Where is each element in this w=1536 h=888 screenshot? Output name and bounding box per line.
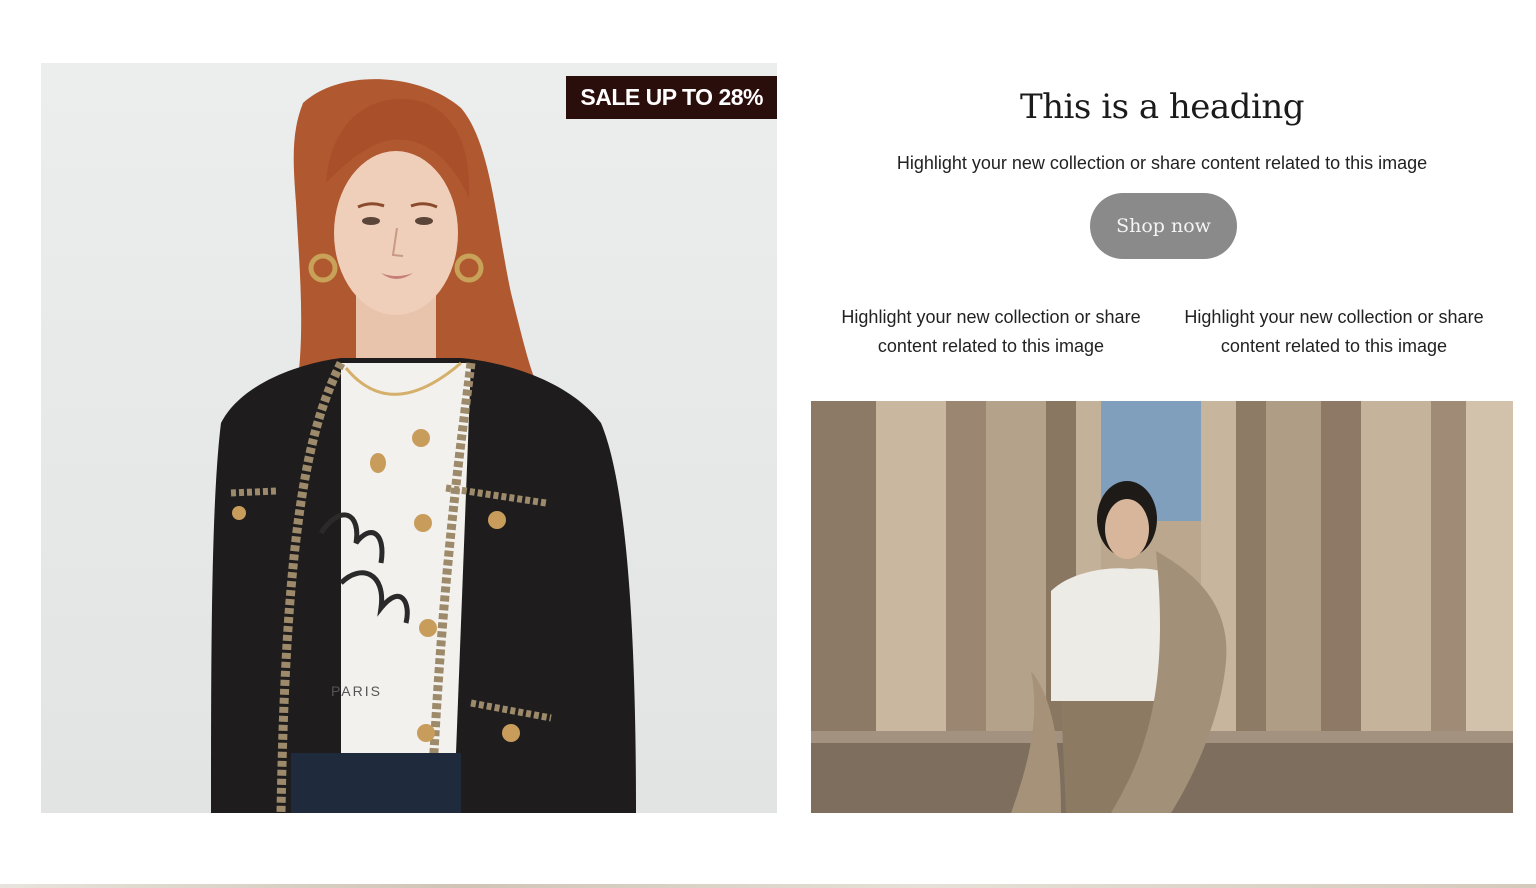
section-subtext: Highlight your new collection or share c… xyxy=(896,153,1428,173)
sale-badge: SALE UP TO 28% xyxy=(566,76,777,119)
next-section-edge xyxy=(0,884,1536,888)
section-heading: This is a heading xyxy=(1019,87,1305,127)
hero-image[interactable]: PARIS SALE UP TO 28% xyxy=(41,63,777,813)
column-left-line1: Highlight your new collection or share xyxy=(841,307,1141,327)
shop-now-button[interactable]: Shop now xyxy=(1090,193,1237,259)
column-text-left: Highlight your new collection or share c… xyxy=(821,303,1161,361)
column-text-right: Highlight your new collection or share c… xyxy=(1164,303,1504,361)
model-in-black-jacket-illustration: PARIS xyxy=(211,79,636,813)
model-in-colonnade-illustration xyxy=(811,401,1513,813)
column-left-line2: content related to this image xyxy=(877,336,1105,356)
column-right-line1: Highlight your new collection or share xyxy=(1184,307,1484,327)
column-right-line2: content related to this image xyxy=(1220,336,1448,356)
image-with-text-section: PARIS SALE UP TO 28% This is a heading H… xyxy=(0,0,1536,888)
text-content: This is a heading Highlight your new col… xyxy=(811,63,1513,393)
shirt-print-text: PARIS xyxy=(331,683,382,699)
secondary-image[interactable] xyxy=(811,401,1513,813)
